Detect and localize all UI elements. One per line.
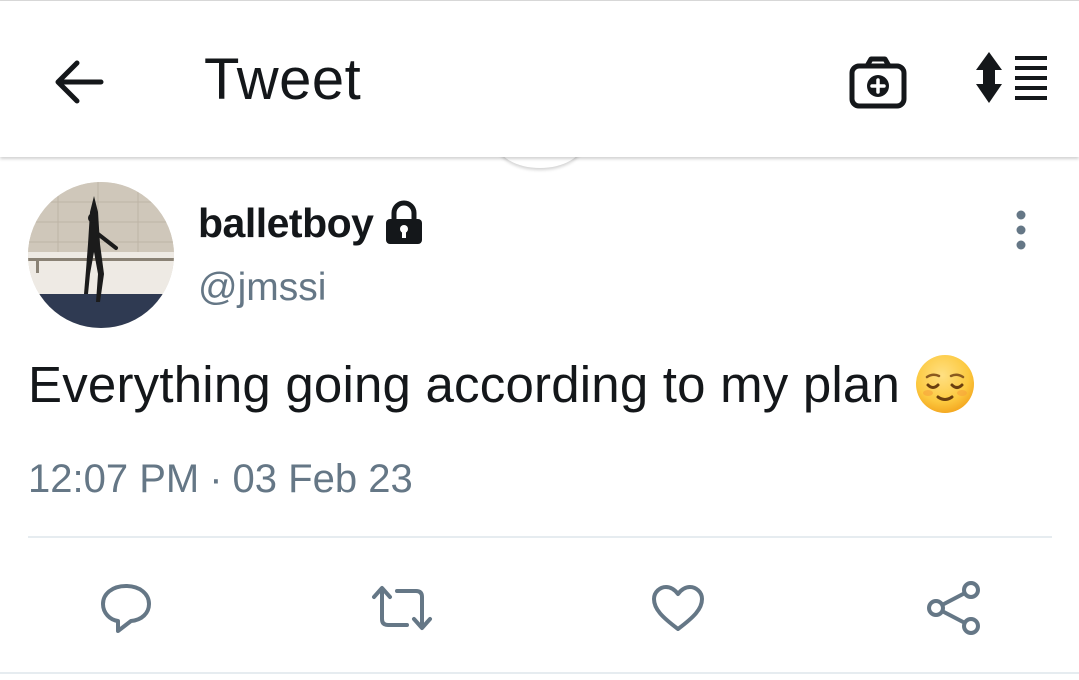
more-vertical-icon xyxy=(1014,210,1028,250)
retweet-button[interactable] xyxy=(362,568,442,648)
page-title: Tweet xyxy=(204,47,362,112)
top-app-bar: Tweet xyxy=(0,1,1079,157)
sort-button[interactable] xyxy=(970,43,1054,113)
like-icon xyxy=(650,583,706,633)
tweet-detail-screen: Tweet balletboy @jmssi Everything going … xyxy=(0,0,1079,680)
like-button[interactable] xyxy=(638,568,718,648)
share-button[interactable] xyxy=(914,568,994,648)
timestamp-separator: · xyxy=(209,456,223,501)
more-options-button[interactable] xyxy=(996,202,1046,258)
tweet-time: 12:07 PM xyxy=(28,456,200,501)
arrow-left-icon xyxy=(53,59,105,105)
lock-icon xyxy=(383,200,425,246)
tweet-date: 03 Feb 23 xyxy=(232,456,413,501)
display-name[interactable]: balletboy xyxy=(198,200,374,247)
camera-plus-icon xyxy=(848,54,908,110)
back-button[interactable] xyxy=(44,47,114,117)
tweet-timestamp: 12:07 PM · 03 Feb 23 xyxy=(28,454,413,504)
retweet-icon xyxy=(369,583,435,633)
tweet-text: Everything going according to my plan xyxy=(28,355,901,413)
user-handle[interactable]: @jmssi xyxy=(198,266,326,310)
camera-button[interactable] xyxy=(843,47,913,117)
share-icon xyxy=(925,580,983,636)
divider xyxy=(28,536,1052,538)
relieved-face-emoji xyxy=(914,353,976,415)
reply-icon xyxy=(98,580,154,636)
reply-button[interactable] xyxy=(86,568,166,648)
avatar[interactable] xyxy=(28,182,174,328)
bottom-divider xyxy=(0,672,1079,674)
author-name-row: balletboy xyxy=(198,198,425,248)
sort-list-icon xyxy=(975,50,1049,106)
tweet-actions-bar xyxy=(0,568,1079,648)
tweet-body: Everything going according to my plan xyxy=(28,352,976,416)
